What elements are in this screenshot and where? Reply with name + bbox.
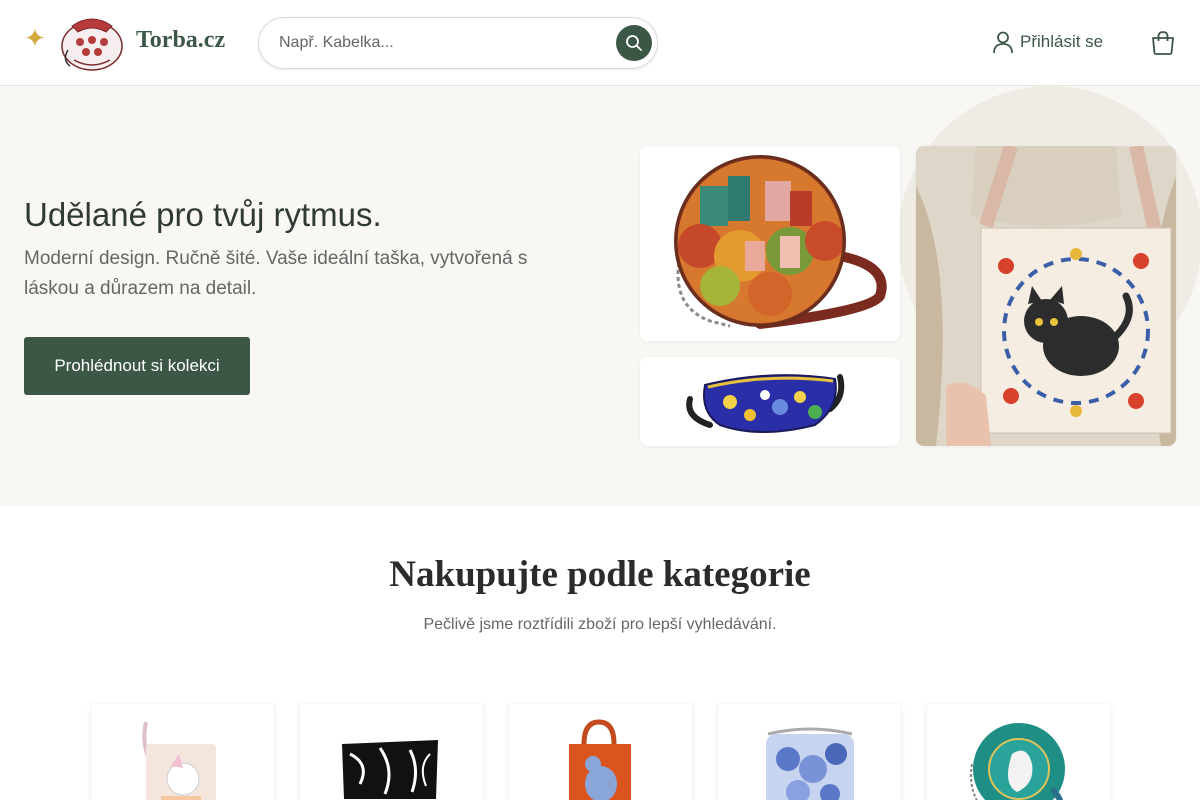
browse-collection-button[interactable]: Prohlédnout si kolekci: [24, 337, 250, 395]
category-card-cosmetic-bag[interactable]: [300, 704, 483, 800]
category-card-tote-bag[interactable]: [509, 704, 692, 800]
product-image-fanny-pack[interactable]: [640, 357, 900, 446]
logo-bag-icon[interactable]: [58, 10, 126, 72]
login-label: Přihlásit se: [1020, 32, 1104, 51]
hero-subtitle: Moderní design. Ručně šité. Vaše ideální…: [24, 248, 528, 299]
categories-subtitle: Pečlivě jsme roztřídili zboží pro lepší …: [423, 616, 777, 633]
search-bar: [258, 17, 658, 69]
login-link[interactable]: Přihlásit se: [992, 30, 1103, 54]
category-card-camera-bag[interactable]: [718, 704, 901, 800]
search-button[interactable]: [616, 25, 652, 61]
category-card-round-bag[interactable]: [927, 704, 1110, 800]
hero-section: Udělané pro tvůj rytmus. Moderní design.…: [0, 86, 1200, 506]
search-input[interactable]: [279, 30, 599, 56]
product-image-cat-bag[interactable]: [916, 146, 1176, 446]
categories-title: Nakupujte podle kategorie: [389, 554, 811, 595]
cart-icon[interactable]: [1150, 30, 1176, 56]
hero-title: Udělané pro tvůj rytmus.: [24, 196, 382, 233]
product-image-round-bag[interactable]: [640, 146, 900, 341]
category-card-crossbody[interactable]: [91, 704, 274, 800]
user-icon: [993, 31, 1013, 54]
search-icon: [626, 35, 642, 51]
brand-name[interactable]: Torba.cz: [136, 27, 225, 54]
sparkle-icon: ✦: [24, 24, 46, 54]
site-header: ✦ Torba.cz Přihlásit se: [0, 0, 1200, 86]
